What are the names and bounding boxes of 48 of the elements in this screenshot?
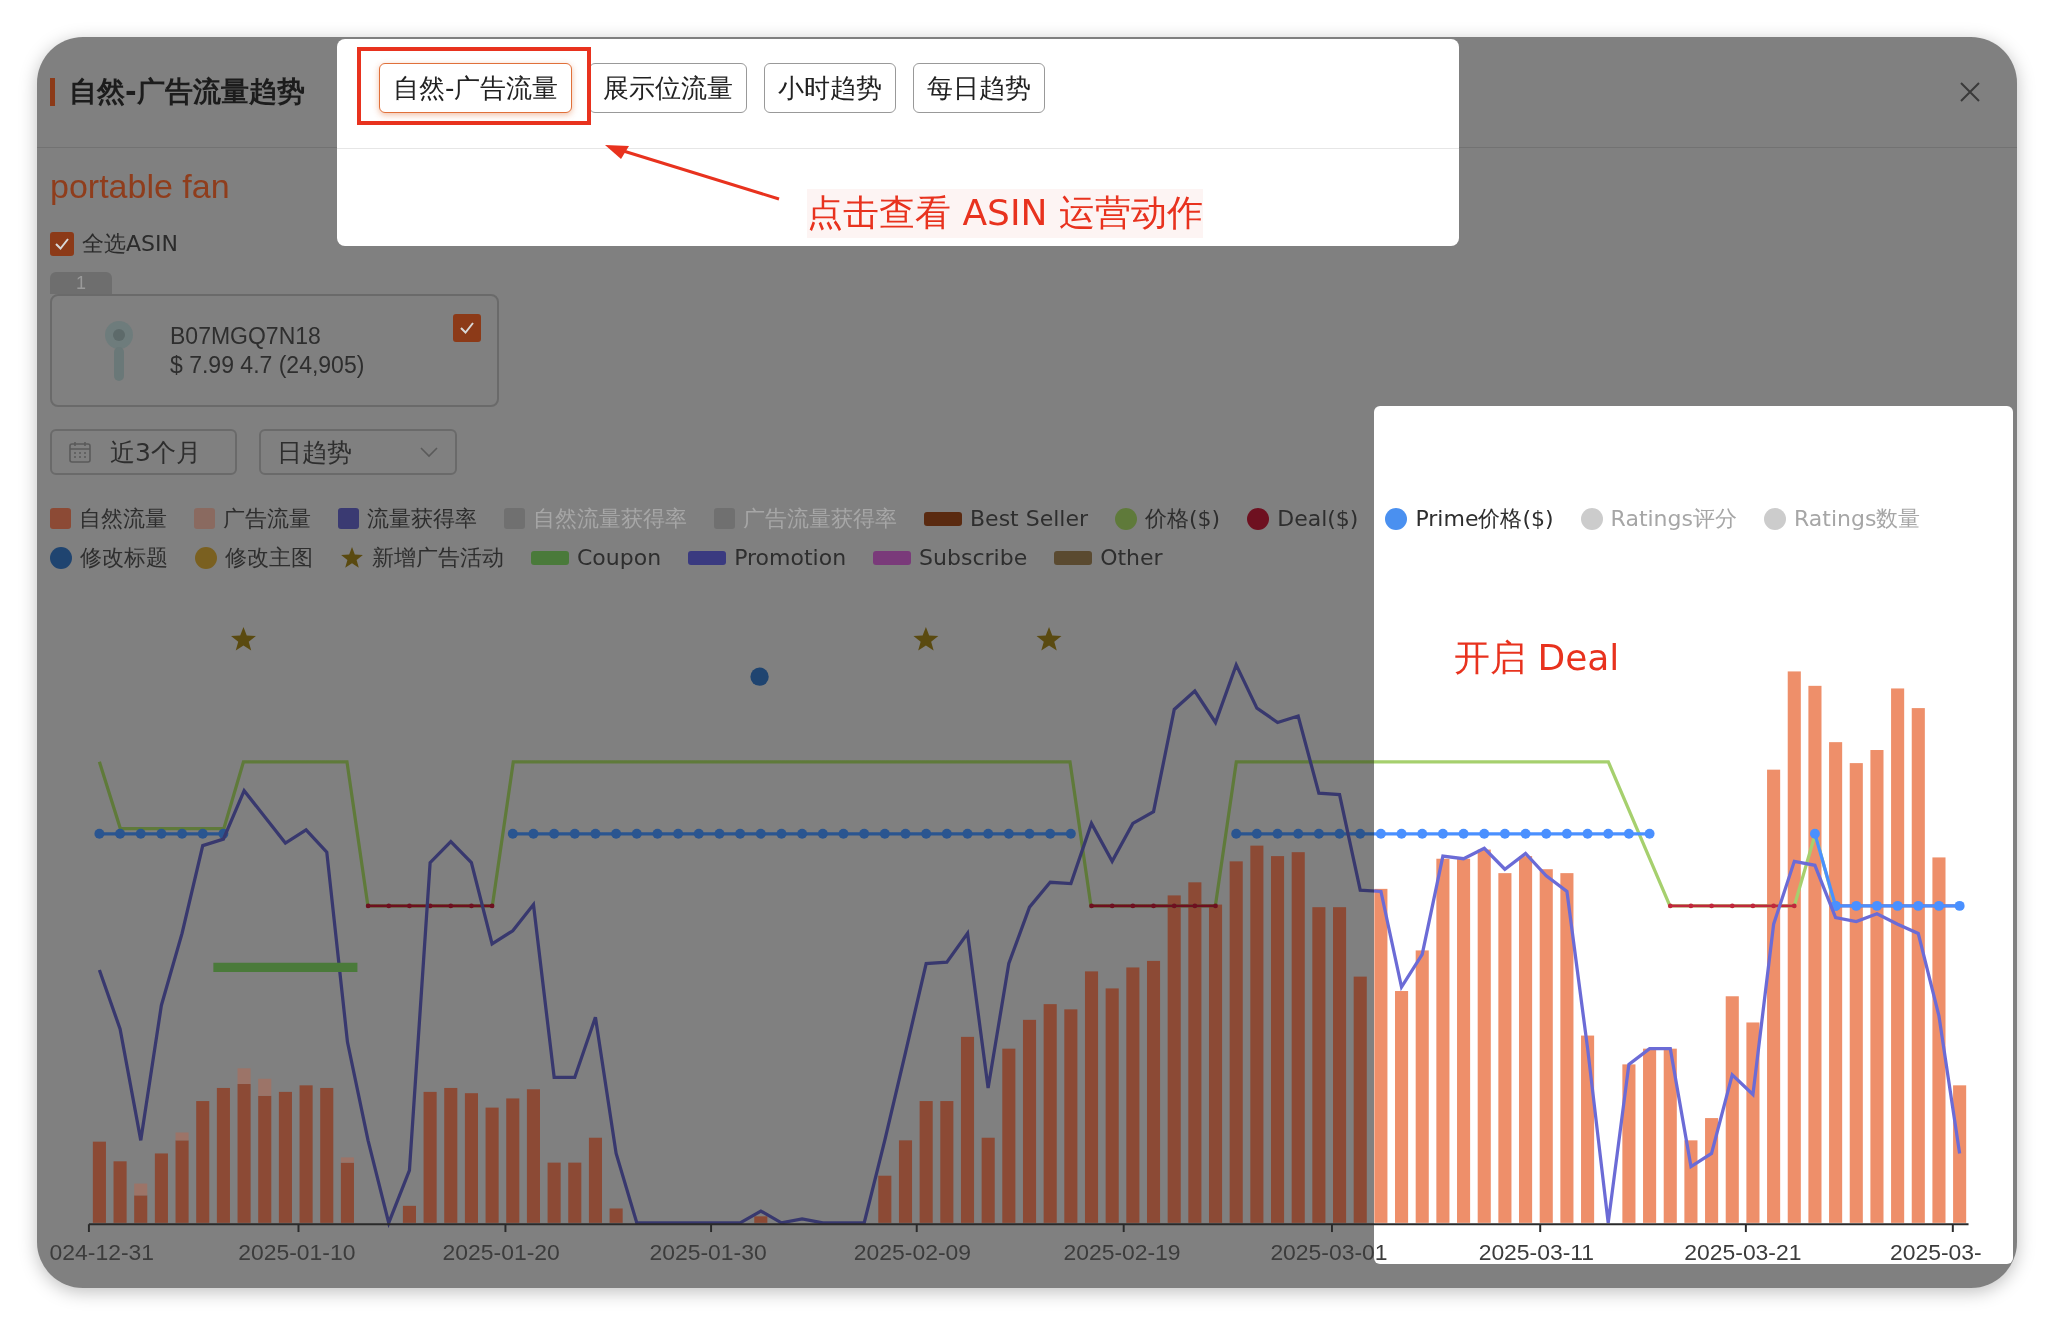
legend-item[interactable]: 流量获得率 — [338, 503, 477, 534]
legend-item[interactable]: 价格($) — [1115, 503, 1221, 534]
tab[interactable]: 自然-广告流量 — [379, 63, 573, 113]
title-change-marker — [750, 667, 769, 686]
close-icon[interactable] — [1959, 81, 1981, 103]
axis-label: 2025-02-19 — [1063, 1238, 1181, 1265]
chevron-down-icon — [419, 446, 439, 458]
legend-item[interactable]: 广告流量 — [194, 503, 311, 534]
annotation-text: 开启 Deal — [1454, 636, 1620, 680]
star-icon — [1036, 626, 1062, 651]
annotation-text: 点击查看 ASIN 运营动作 — [807, 189, 1203, 238]
legend-item[interactable]: 新增广告活动 — [340, 542, 504, 573]
checkbox-label: 全选ASIN — [82, 230, 178, 258]
title-marker — [50, 78, 55, 106]
star-icon — [231, 626, 256, 651]
tab[interactable]: 展示位流量 — [589, 63, 748, 113]
tab[interactable]: 每日趋势 — [913, 63, 1046, 113]
axis-label: 2025-01-30 — [649, 1238, 767, 1265]
calendar-icon — [68, 440, 92, 464]
granularity-select[interactable]: 日趋势 — [259, 429, 457, 475]
legend-item[interactable]: 修改主图 — [195, 542, 313, 573]
asin-text: B07MGQ7N18 — [170, 322, 322, 350]
axis-label: 2025-03-11 — [1478, 1238, 1595, 1265]
star-icon — [913, 626, 939, 651]
axis-label: 2025-03- — [1889, 1238, 1982, 1265]
tab[interactable]: 小时趋势 — [764, 63, 897, 113]
legend-item[interactable]: Subscribe — [873, 545, 1028, 570]
axis-label: 2025-03-21 — [1684, 1238, 1802, 1265]
legend-item[interactable]: Best Seller — [924, 506, 1088, 531]
axis-label: 2025-01-10 — [238, 1238, 356, 1265]
keyword-title: portable fan — [50, 166, 230, 206]
legend-item[interactable]: Other — [1054, 545, 1163, 570]
checkbox[interactable] — [50, 232, 74, 256]
legend-item[interactable]: Coupon — [531, 545, 662, 570]
legend-item[interactable]: Promotion — [688, 545, 847, 570]
dialog-title: 自然-广告流量趋势 — [69, 74, 305, 110]
date-range-field[interactable]: 近3个月 — [50, 429, 237, 475]
legend-item[interactable]: Prime价格($) — [1385, 503, 1554, 534]
legend-item[interactable]: Deal($) — [1247, 506, 1359, 531]
product-details: $ 7.99 4.7 (24,905) — [170, 351, 365, 379]
fan-icon — [102, 318, 136, 383]
axis-label: 2025-01-20 — [442, 1238, 560, 1265]
legend-item[interactable]: 修改标题 — [50, 542, 168, 573]
axis-label: 2025-02-09 — [853, 1238, 972, 1265]
checkbox[interactable] — [453, 314, 481, 342]
axis-label: 024-12-31 — [49, 1238, 155, 1265]
product-card[interactable]: B07MGQ7N18 $ 7.99 4.7 (24,905) — [50, 294, 499, 407]
legend-item[interactable]: 自然流量 — [50, 503, 167, 534]
